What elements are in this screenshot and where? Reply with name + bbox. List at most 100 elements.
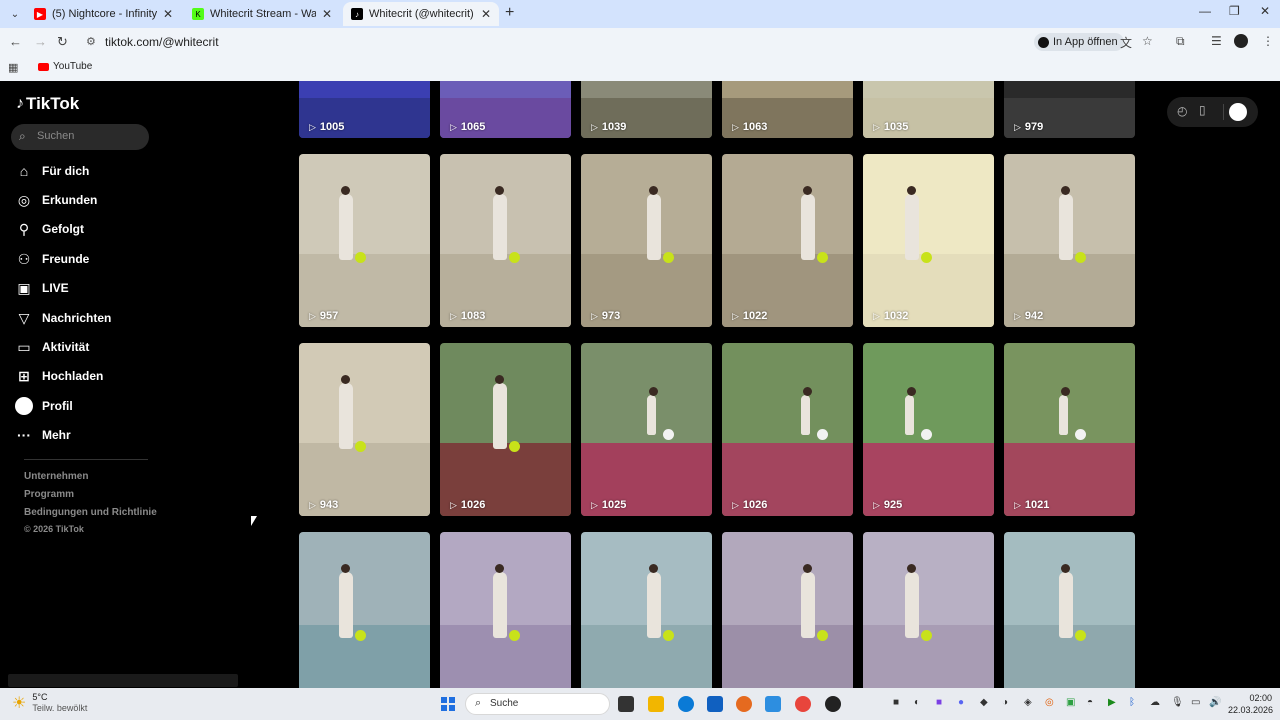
nav-more[interactable]: ··· Mehr [15,423,71,447]
mail-icon[interactable] [765,696,781,712]
footer-link-program[interactable]: Programm [24,489,74,500]
twitch-icon[interactable]: ■ [936,697,942,708]
tab-youtube[interactable]: ▶ (5) Nightcore - Infinity - YouTube ✕ [26,2,181,26]
video-tile[interactable]: ▷ 943 [299,343,430,516]
tiktok-logo[interactable]: ♪ TikTok [16,94,79,114]
tab-search-icon[interactable]: ⌄ [6,5,24,23]
minimize-icon[interactable]: — [1199,4,1211,18]
extensions-icon[interactable]: ⧉ [1176,34,1185,49]
phone-icon[interactable]: ▯ [1199,103,1206,117]
tray-app-icon[interactable]: ▶ [1108,697,1116,708]
back-icon[interactable]: ← [9,34,22,49]
nav-live[interactable]: ▣ LIVE [15,276,68,300]
apps-grid-icon[interactable]: ▦ [8,61,18,74]
video-tile[interactable]: ▷ 1063 [722,81,853,138]
tab-kick[interactable]: K Whitecrit Stream - Watch Live o ✕ [184,2,340,26]
site-info-icon[interactable]: ⚙ [86,35,96,48]
start-button[interactable] [441,697,455,711]
nav-explore[interactable]: ◎ Erkunden [15,188,97,212]
video-tile[interactable] [581,532,712,688]
video-tile[interactable]: ▷ 1005 [299,81,430,138]
video-tile[interactable]: ▷ 1083 [440,154,571,327]
video-tile[interactable]: ▷ 957 [299,154,430,327]
close-tab-icon[interactable]: ✕ [322,7,332,21]
close-window-icon[interactable]: ✕ [1260,4,1270,18]
nav-profile[interactable]: Profil [15,394,73,418]
video-tile[interactable]: ▷ 1065 [440,81,571,138]
bookmark-star-icon[interactable]: ☆ [1142,34,1153,48]
view-count-value: 1039 [601,121,627,133]
footer-link-company[interactable]: Unternehmen [24,471,88,482]
video-tile[interactable]: ▷ 1022 [722,154,853,327]
chrome-icon[interactable] [795,696,811,712]
close-tab-icon[interactable]: ✕ [481,7,491,21]
close-tab-icon[interactable]: ✕ [163,7,173,21]
tray-app-icon[interactable]: ◈ [1024,697,1032,708]
nav-following[interactable]: ⚲ Gefolgt [15,217,84,241]
profile-icon[interactable] [1234,34,1248,48]
footer-link-terms[interactable]: Bedingungen und Richtlinie [24,507,157,518]
search-input[interactable]: ⌕ Suchen [11,124,149,150]
nav-activity[interactable]: ▭ Aktivität [15,335,89,359]
tab-tiktok[interactable]: ♪ Whitecrit (@whitecrit) | TikTok ✕ [343,2,499,26]
tray-app-icon[interactable]: ■ [893,697,899,708]
video-tile[interactable]: ▷ 1025 [581,343,712,516]
discord-icon[interactable]: ● [958,697,964,708]
video-tile[interactable]: ▷ 925 [863,343,994,516]
steam-icon[interactable]: ◐ [914,697,920,708]
translate-icon[interactable]: 文 [1120,34,1132,51]
task-view-icon[interactable] [618,696,634,712]
tab-groups-icon[interactable]: ☰ [1211,34,1222,48]
volume-icon[interactable]: 🔊 [1209,697,1221,708]
reload-icon[interactable]: ↻ [57,34,68,50]
tray-app-icon[interactable]: ▣ [1066,697,1075,708]
tray-app-icon[interactable]: ◆ [980,697,988,708]
video-tile[interactable]: ▷ 1039 [581,81,712,138]
obs-icon[interactable] [825,696,841,712]
video-tile[interactable] [863,532,994,688]
video-tile[interactable] [1004,532,1135,688]
video-tile[interactable] [722,532,853,688]
video-tile[interactable]: ▷ 1021 [1004,343,1135,516]
video-tile[interactable]: ▷ 1026 [722,343,853,516]
nav-for-you[interactable]: ⌂ Für dich [15,159,90,183]
tray-app-icon[interactable]: ◑ [1002,697,1008,708]
tray-app-icon[interactable]: ◓ [1087,697,1093,708]
tiktok-icon: ♪ [351,8,363,20]
edge-icon[interactable] [678,696,694,712]
bluetooth-icon[interactable]: ᛒ [1129,697,1135,708]
video-tile[interactable]: ▷ 973 [581,154,712,327]
video-tile[interactable] [299,532,430,688]
microphone-icon[interactable]: 🎙 [1171,697,1184,708]
video-tile[interactable] [440,532,571,688]
nav-messages[interactable]: ▽ Nachrichten [15,306,112,330]
player-figure [801,572,815,638]
store-icon[interactable] [707,696,723,712]
compass-icon: ◎ [17,191,31,208]
video-tile[interactable]: ▷ 979 [1004,81,1135,138]
taskbar-search[interactable]: ⌕ Suche [465,693,610,715]
forward-icon[interactable]: → [34,34,47,49]
new-tab-icon[interactable]: + [505,4,514,22]
video-tile[interactable]: ▷ 942 [1004,154,1135,327]
bookmark-youtube[interactable]: YouTube [38,61,92,72]
video-tile[interactable]: ▷ 1032 [863,154,994,327]
open-in-app-button[interactable]: In App öffnen [1034,33,1124,51]
video-tile[interactable]: ▷ 1026 [440,343,571,516]
firefox-icon[interactable] [736,696,752,712]
gauge-icon[interactable]: ◴ [1177,104,1187,118]
tray-app-icon[interactable]: ◎ [1045,697,1054,708]
cloud-icon[interactable]: ☁ [1150,697,1160,708]
nav-upload[interactable]: ⊞ Hochladen [15,364,103,388]
address-bar[interactable]: ⚙ tiktok.com/@whitecrit In App öffnen 文 … [80,30,1160,54]
clock[interactable]: 02:00 22.03.2026 [1228,692,1273,716]
file-explorer-icon[interactable] [648,696,664,712]
nav-friends[interactable]: ⚇ Freunde [15,247,90,271]
restore-icon[interactable]: ❐ [1229,4,1240,18]
video-tile[interactable]: ▷ 1035 [863,81,994,138]
weather-widget[interactable]: ☀ 5°C Teilw. bewölkt [12,692,87,714]
network-icon[interactable]: ▭ [1191,697,1200,708]
url-text[interactable]: tiktok.com/@whitecrit [105,35,219,49]
theme-toggle[interactable] [1229,103,1247,121]
menu-icon[interactable]: ⋮ [1262,34,1274,48]
